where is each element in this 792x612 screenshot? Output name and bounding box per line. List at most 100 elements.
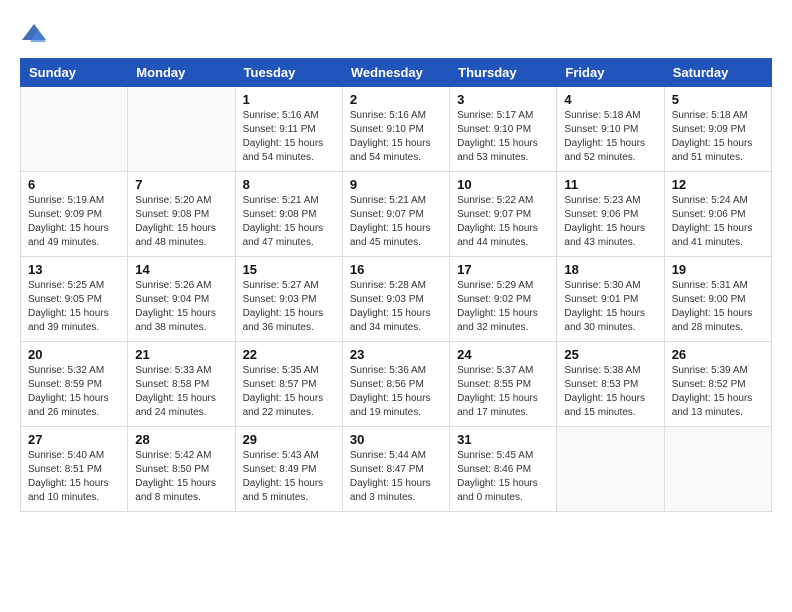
calendar-cell: 4 Sunrise: 5:18 AM Sunset: 9:10 PM Daylig… xyxy=(557,87,664,172)
day-number: 19 xyxy=(672,262,764,277)
weekday-header-thursday: Thursday xyxy=(450,59,557,87)
day-number: 22 xyxy=(243,347,335,362)
calendar-cell: 3Sunrise: 5:17 AM Sunset: 9:10 PM Daylig… xyxy=(450,87,557,172)
logo xyxy=(20,20,52,48)
calendar-cell: 18Sunrise: 5:30 AM Sunset: 9:01 PM Dayli… xyxy=(557,257,664,342)
calendar-cell: 26 Sunrise: 5:39 AM Sunset: 8:52 PM Dayli… xyxy=(664,342,771,427)
day-info: Sunrise: 5:21 AM Sunset: 9:07 PM Dayligh… xyxy=(350,194,442,250)
day-number: 25 xyxy=(564,347,656,362)
day-info: Sunrise: 5:27 AM Sunset: 9:03 PM Dayligh… xyxy=(243,279,335,335)
day-number: 7 xyxy=(135,177,227,192)
day-info: Sunrise: 5:39 AM Sunset: 8:52 PM Dayligh… xyxy=(672,364,764,420)
calendar-cell xyxy=(557,427,664,512)
day-info: Sunrise: 5:19 AM Sunset: 9:09 PM Dayligh… xyxy=(28,194,120,250)
calendar-cell: 25 Sunrise: 5:38 AM Sunset: 8:53 PM Dayli… xyxy=(557,342,664,427)
weekday-header-sunday: Sunday xyxy=(21,59,128,87)
day-number: 26 xyxy=(672,347,764,362)
calendar-cell: 14Sunrise: 5:26 AM Sunset: 9:04 PM Dayli… xyxy=(128,257,235,342)
day-number: 3 xyxy=(457,92,549,107)
day-number: 28 xyxy=(135,432,227,447)
day-info: Sunrise: 5:35 AM Sunset: 8:57 PM Dayligh… xyxy=(243,364,335,420)
day-number: 14 xyxy=(135,262,227,277)
logo-icon xyxy=(20,20,48,48)
day-info: Sunrise: 5:23 AM Sunset: 9:06 PM Dayligh… xyxy=(564,194,656,250)
day-info: Sunrise: 5:29 AM Sunset: 9:02 PM Dayligh… xyxy=(457,279,549,335)
weekday-header-monday: Monday xyxy=(128,59,235,87)
calendar-cell: 22 Sunrise: 5:35 AM Sunset: 8:57 PM Dayli… xyxy=(235,342,342,427)
day-info: Sunrise: 5:38 AM Sunset: 8:53 PM Dayligh… xyxy=(564,364,656,420)
calendar-cell: 31Sunrise: 5:45 AM Sunset: 8:46 PM Dayli… xyxy=(450,427,557,512)
calendar-week-5: 27Sunrise: 5:40 AM Sunset: 8:51 PM Dayli… xyxy=(21,427,772,512)
calendar-week-3: 13Sunrise: 5:25 AM Sunset: 9:05 PM Dayli… xyxy=(21,257,772,342)
calendar-cell: 19 Sunrise: 5:31 AM Sunset: 9:00 PM Dayli… xyxy=(664,257,771,342)
day-number: 23 xyxy=(350,347,442,362)
weekday-header-row: SundayMondayTuesdayWednesdayThursdayFrid… xyxy=(21,59,772,87)
weekday-header-tuesday: Tuesday xyxy=(235,59,342,87)
day-info: Sunrise: 5:32 AM Sunset: 8:59 PM Dayligh… xyxy=(28,364,120,420)
calendar-cell: 9 Sunrise: 5:21 AM Sunset: 9:07 PM Daylig… xyxy=(342,172,449,257)
calendar-cell: 1 Sunrise: 5:16 AM Sunset: 9:11 PM Daylig… xyxy=(235,87,342,172)
day-info: Sunrise: 5:20 AM Sunset: 9:08 PM Dayligh… xyxy=(135,194,227,250)
day-number: 11 xyxy=(564,177,656,192)
calendar-cell: 7 Sunrise: 5:20 AM Sunset: 9:08 PM Daylig… xyxy=(128,172,235,257)
calendar-week-4: 20 Sunrise: 5:32 AM Sunset: 8:59 PM Dayli… xyxy=(21,342,772,427)
calendar-cell xyxy=(128,87,235,172)
calendar-cell: 24 Sunrise: 5:37 AM Sunset: 8:55 PM Dayli… xyxy=(450,342,557,427)
weekday-header-friday: Friday xyxy=(557,59,664,87)
calendar-table: SundayMondayTuesdayWednesdayThursdayFrid… xyxy=(20,58,772,512)
calendar-cell: 17 Sunrise: 5:29 AM Sunset: 9:02 PM Dayli… xyxy=(450,257,557,342)
day-number: 8 xyxy=(243,177,335,192)
day-number: 2 xyxy=(350,92,442,107)
day-number: 17 xyxy=(457,262,549,277)
day-number: 12 xyxy=(672,177,764,192)
day-info: Sunrise: 5:45 AM Sunset: 8:46 PM Dayligh… xyxy=(457,449,549,505)
calendar-cell: 30 Sunrise: 5:44 AM Sunset: 8:47 PM Dayli… xyxy=(342,427,449,512)
day-number: 10 xyxy=(457,177,549,192)
calendar-cell: 6 Sunrise: 5:19 AM Sunset: 9:09 PM Daylig… xyxy=(21,172,128,257)
calendar-cell: 8Sunrise: 5:21 AM Sunset: 9:08 PM Daylig… xyxy=(235,172,342,257)
calendar-cell: 27Sunrise: 5:40 AM Sunset: 8:51 PM Dayli… xyxy=(21,427,128,512)
day-info: Sunrise: 5:44 AM Sunset: 8:47 PM Dayligh… xyxy=(350,449,442,505)
calendar-cell: 12Sunrise: 5:24 AM Sunset: 9:06 PM Dayli… xyxy=(664,172,771,257)
calendar-cell: 15 Sunrise: 5:27 AM Sunset: 9:03 PM Dayli… xyxy=(235,257,342,342)
day-number: 1 xyxy=(243,92,335,107)
day-info: Sunrise: 5:30 AM Sunset: 9:01 PM Dayligh… xyxy=(564,279,656,335)
day-info: Sunrise: 5:22 AM Sunset: 9:07 PM Dayligh… xyxy=(457,194,549,250)
calendar-cell xyxy=(664,427,771,512)
day-number: 15 xyxy=(243,262,335,277)
calendar-cell: 23 Sunrise: 5:36 AM Sunset: 8:56 PM Dayli… xyxy=(342,342,449,427)
calendar-cell: 2 Sunrise: 5:16 AM Sunset: 9:10 PM Daylig… xyxy=(342,87,449,172)
day-number: 6 xyxy=(28,177,120,192)
calendar-cell: 20 Sunrise: 5:32 AM Sunset: 8:59 PM Dayli… xyxy=(21,342,128,427)
calendar-cell xyxy=(21,87,128,172)
day-info: Sunrise: 5:18 AM Sunset: 9:09 PM Dayligh… xyxy=(672,109,764,165)
day-info: Sunrise: 5:36 AM Sunset: 8:56 PM Dayligh… xyxy=(350,364,442,420)
calendar-week-2: 6 Sunrise: 5:19 AM Sunset: 9:09 PM Daylig… xyxy=(21,172,772,257)
calendar-cell: 11 Sunrise: 5:23 AM Sunset: 9:06 PM Dayli… xyxy=(557,172,664,257)
day-number: 20 xyxy=(28,347,120,362)
page-header xyxy=(20,20,772,48)
day-number: 27 xyxy=(28,432,120,447)
calendar-cell: 10 Sunrise: 5:22 AM Sunset: 9:07 PM Dayli… xyxy=(450,172,557,257)
day-info: Sunrise: 5:37 AM Sunset: 8:55 PM Dayligh… xyxy=(457,364,549,420)
calendar-cell: 29Sunrise: 5:43 AM Sunset: 8:49 PM Dayli… xyxy=(235,427,342,512)
calendar-cell: 28 Sunrise: 5:42 AM Sunset: 8:50 PM Dayli… xyxy=(128,427,235,512)
day-number: 30 xyxy=(350,432,442,447)
calendar-cell: 16Sunrise: 5:28 AM Sunset: 9:03 PM Dayli… xyxy=(342,257,449,342)
calendar-cell: 5Sunrise: 5:18 AM Sunset: 9:09 PM Daylig… xyxy=(664,87,771,172)
weekday-header-wednesday: Wednesday xyxy=(342,59,449,87)
day-info: Sunrise: 5:16 AM Sunset: 9:11 PM Dayligh… xyxy=(243,109,335,165)
day-info: Sunrise: 5:43 AM Sunset: 8:49 PM Dayligh… xyxy=(243,449,335,505)
day-info: Sunrise: 5:33 AM Sunset: 8:58 PM Dayligh… xyxy=(135,364,227,420)
day-number: 4 xyxy=(564,92,656,107)
day-number: 9 xyxy=(350,177,442,192)
day-info: Sunrise: 5:31 AM Sunset: 9:00 PM Dayligh… xyxy=(672,279,764,335)
weekday-header-saturday: Saturday xyxy=(664,59,771,87)
day-info: Sunrise: 5:18 AM Sunset: 9:10 PM Dayligh… xyxy=(564,109,656,165)
day-number: 13 xyxy=(28,262,120,277)
day-number: 21 xyxy=(135,347,227,362)
calendar-cell: 13Sunrise: 5:25 AM Sunset: 9:05 PM Dayli… xyxy=(21,257,128,342)
day-info: Sunrise: 5:16 AM Sunset: 9:10 PM Dayligh… xyxy=(350,109,442,165)
day-info: Sunrise: 5:42 AM Sunset: 8:50 PM Dayligh… xyxy=(135,449,227,505)
day-number: 24 xyxy=(457,347,549,362)
